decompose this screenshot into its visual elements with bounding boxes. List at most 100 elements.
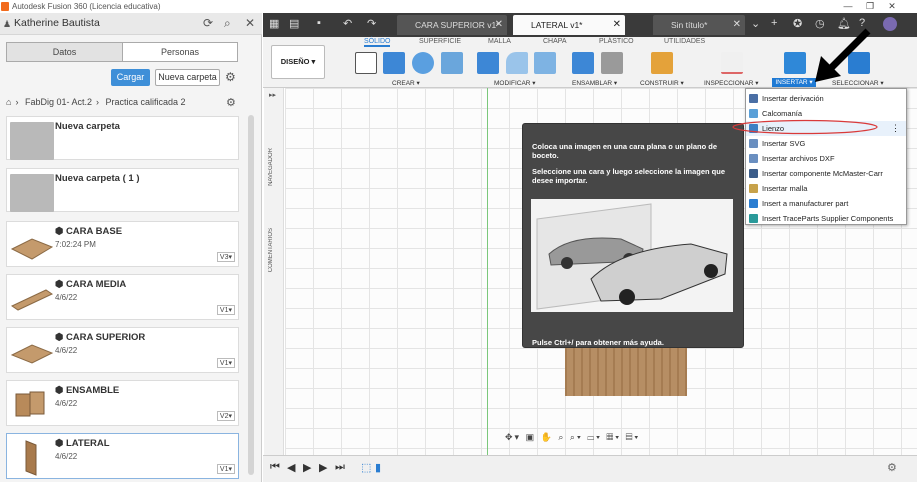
close-panel-icon[interactable]: ✕ [245,16,255,30]
timeline-marker-icon[interactable]: ▮ [375,461,381,474]
item-date: 4/6/22 [55,452,78,461]
file-menu-icon[interactable]: ▤ [289,17,299,30]
breadcrumb-project[interactable]: FabDig 01- Act.2 [25,97,92,107]
list-item[interactable]: ⬢ CARA SUPERIOR 4/6/22 V1▾ [6,327,239,373]
save-icon[interactable]: ▪ [317,17,321,29]
breadcrumb-folder[interactable]: Practica calificada 2 [106,97,186,107]
play-icon[interactable]: ▶ [303,461,311,474]
ribbon-tab-superficie[interactable]: SUPERFICIE [419,38,461,45]
version-badge[interactable]: V2▾ [216,411,235,421]
grid-settings-icon[interactable]: ▦▾ [606,432,621,442]
ribbon-tab-malla[interactable]: MALLA [488,38,511,45]
close-tab-icon[interactable]: ✕ [733,15,741,35]
insert-group[interactable]: INSERTAR ▾ [772,78,816,87]
home-icon[interactable]: ⌂ [6,97,11,107]
new-component-icon[interactable] [572,52,594,74]
avatar[interactable] [883,17,897,31]
fillet-icon[interactable] [506,52,528,74]
project-settings-icon[interactable]: ⚙ [226,96,236,109]
search-icon[interactable]: ⌕ [224,16,231,31]
menu-item-insert-dxf[interactable]: Insertar archivos DXF [746,151,906,166]
component-icon: ⬢ [55,279,66,290]
new-tab-icon[interactable]: + [771,17,777,29]
ribbon-tab-solido[interactable]: SÓLIDO [364,38,391,47]
tab-cara-superior[interactable]: CARA SUPERIOR v1* ✕ [397,15,507,35]
fit-icon[interactable]: ⌕▾ [570,432,583,442]
menu-item-manufacturer-part[interactable]: Insert a manufacturer part [746,196,906,211]
refresh-icon[interactable]: ⟳ [203,16,213,30]
version-badge[interactable]: V1▾ [216,464,235,474]
previous-step-icon[interactable]: ◀ [287,461,295,474]
version-badge[interactable]: V3▾ [216,252,235,262]
list-item[interactable]: Nueva carpeta [6,116,239,160]
workspace-dropdown[interactable]: DISEÑO ▾ [271,45,325,79]
create-sketch-icon[interactable] [355,52,377,74]
press-pull-icon[interactable] [477,52,499,74]
ribbon-tab-plastico[interactable]: PLÁSTICO [599,38,634,45]
ribbon-tab-utilidades[interactable]: UTILIDADES [664,38,705,45]
list-item[interactable]: Nueva carpeta ( 1 ) [6,168,239,212]
close-window-button[interactable]: ✕ [882,0,902,13]
more-options-icon[interactable]: ⋮ [891,121,900,136]
menu-item-traceparts[interactable]: Insert TraceParts Supplier Components [746,211,906,226]
maximize-button[interactable]: ❐ [860,0,880,13]
modify-group[interactable]: MODIFICAR ▾ [494,79,536,87]
offset-plane-icon[interactable] [651,52,673,74]
new-folder-button[interactable]: Nueva carpeta [155,69,220,86]
shell-icon[interactable] [534,52,556,74]
tab-sin-titulo[interactable]: Sin título* ✕ [653,15,745,35]
orbit-icon[interactable]: ✥▾ [505,432,521,442]
navigator-label[interactable]: NAVEGADOR [268,148,274,186]
list-item[interactable]: ⬢ LATERAL 4/6/22 V1▾ [6,433,239,479]
minimize-button[interactable]: — [838,0,858,13]
ribbon-tab-chapa[interactable]: CHAPA [543,38,567,45]
component-icon: ⬢ [55,332,66,343]
assemble-group[interactable]: ENSAMBLAR ▾ [572,79,617,87]
zoom-icon[interactable]: ⌕ [558,432,565,442]
tab-datos[interactable]: Datos [7,43,123,61]
undo-icon[interactable]: ↶ [343,17,352,30]
look-at-icon[interactable]: ▣ [526,432,537,442]
grid-menu-icon[interactable]: ▦ [269,17,279,30]
close-tab-icon[interactable]: ✕ [495,15,503,35]
menu-item-insert-mesh[interactable]: Insertar malla [746,181,906,196]
upload-button[interactable]: Cargar [111,69,150,86]
comments-label[interactable]: COMENTARIOS [268,228,274,272]
extrude-icon[interactable] [383,52,405,74]
create-group[interactable]: CREAR ▾ [392,79,420,87]
list-item[interactable]: ⬢ CARA BASE 7:02:24 PM V3▾ [6,221,239,267]
scrollbar[interactable] [248,115,254,475]
viewports-icon[interactable]: ▤▾ [626,432,641,442]
insert-image-icon[interactable] [784,52,806,74]
timeline-settings-icon[interactable]: ⚙ [887,461,897,474]
construct-group[interactable]: CONSTRUIR ▾ [640,79,684,87]
last-step-icon[interactable]: ⏭ [335,461,345,474]
display-settings-icon[interactable]: ▭▾ [587,432,602,442]
first-step-icon[interactable]: ⏮ [270,461,280,474]
list-item[interactable]: ⬢ CARA MEDIA 4/6/22 V1▾ [6,274,239,320]
next-step-icon[interactable]: ▶ [319,461,327,474]
menu-item-insert-derive[interactable]: Insertar derivación [746,91,906,106]
extensions-icon[interactable]: ✪ [793,17,802,30]
inspect-group[interactable]: INSPECCIONAR ▾ [704,79,759,87]
menu-item-insert-svg[interactable]: Insertar SVG [746,136,906,151]
timeline-feature-icon[interactable]: ⬚ [361,461,371,474]
version-badge[interactable]: V1▾ [216,358,235,368]
tab-personas[interactable]: Personas [123,43,237,61]
joint-icon[interactable] [601,52,623,74]
list-item[interactable]: ⬢ ENSAMBLE 4/6/22 V2▾ [6,380,239,426]
menu-item-mcmaster[interactable]: Insertar componente McMaster-Carr [746,166,906,181]
item-date: 4/6/22 [55,293,78,302]
close-tab-icon[interactable]: ✕ [613,15,621,35]
version-badge[interactable]: V1▾ [216,305,235,315]
hole-icon[interactable] [441,52,463,74]
tab-overflow-icon[interactable]: ⌄ [751,17,760,30]
expand-icon[interactable]: ▸▸ [269,91,276,99]
gear-icon[interactable]: ⚙ [225,70,236,84]
tab-lateral[interactable]: LATERAL v1* ✕ [513,15,625,35]
measure-icon[interactable] [721,52,743,74]
user-name[interactable]: Katherine Bautista [14,17,100,29]
pan-icon[interactable]: ✋ [541,432,554,442]
redo-icon[interactable]: ↷ [367,17,376,30]
revolve-icon[interactable] [412,52,434,74]
